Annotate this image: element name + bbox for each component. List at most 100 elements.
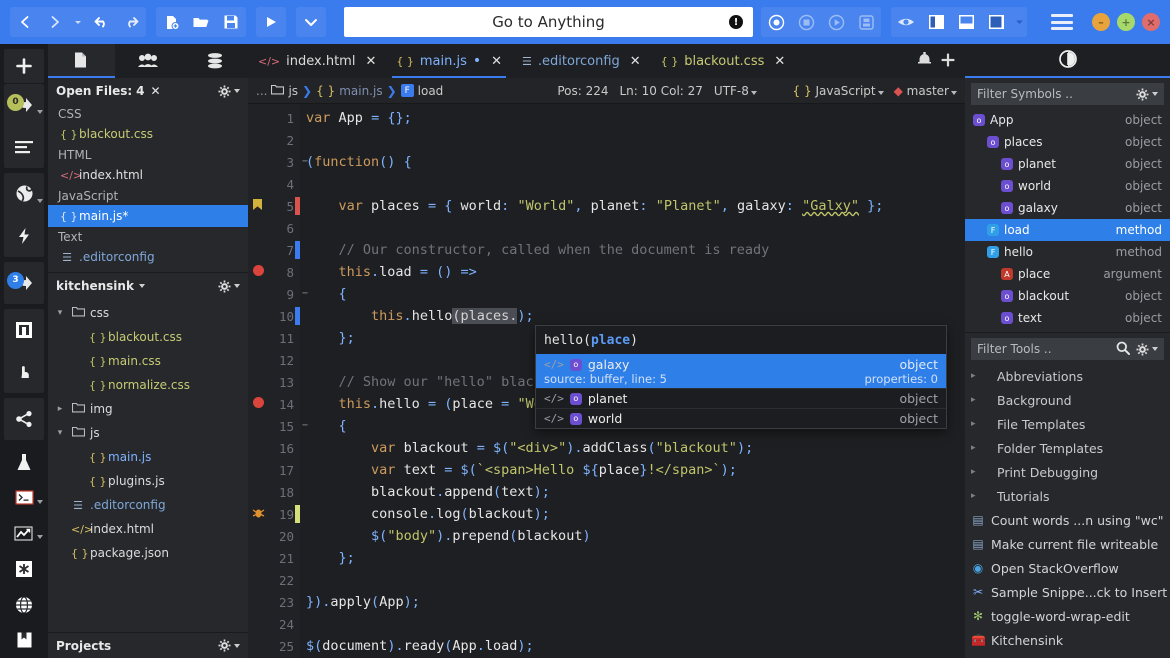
encoding-selector[interactable]: UTF-8 (714, 84, 757, 98)
code-line[interactable]: var text = $(`<span>Hello ${place}!</spa… (300, 459, 965, 481)
gutter-line[interactable]: 23 (248, 591, 300, 613)
places-icon[interactable] (4, 174, 44, 214)
tree-file-main.js[interactable]: { }main.js (48, 445, 248, 469)
code-line[interactable]: }).apply(App); (300, 591, 965, 613)
terminal-dropdown-icon[interactable] (37, 500, 43, 504)
collaboration-tab[interactable] (115, 44, 182, 78)
code-line[interactable]: var blackout = $("<div>").addClass("blac… (300, 437, 965, 459)
window-close-button[interactable]: × (1142, 13, 1160, 31)
code-line[interactable] (300, 569, 965, 591)
autocomplete-item-planet[interactable]: </> o planet object (536, 388, 946, 408)
gutter-line[interactable]: 20 (248, 525, 300, 547)
code-line[interactable]: }; (300, 547, 965, 569)
code-line[interactable] (300, 217, 965, 239)
files-tab[interactable] (48, 44, 115, 78)
gutter-line[interactable]: 25 (248, 635, 300, 657)
tool-row-sample-snippe-ck-to-insert[interactable]: ✂Sample Snippe...ck to Insert (965, 580, 1170, 604)
close-tab-icon[interactable]: ✕ (774, 54, 785, 69)
breadcrumb-ellipsis[interactable]: ... (256, 84, 267, 98)
gutter-line[interactable]: 7 (248, 239, 300, 261)
tools-settings-icon[interactable] (1136, 343, 1158, 356)
tool-row-abbreviations[interactable]: ▸Abbreviations (965, 364, 1170, 388)
share-icon[interactable] (4, 399, 44, 439)
editor-gutter[interactable]: 1234567891011121314151617181920212223242… (248, 104, 300, 658)
view-dropdown-icon[interactable] (1011, 7, 1027, 37)
chevron-down-icon[interactable] (296, 7, 326, 37)
code-line[interactable]: this.load = () => (300, 261, 965, 283)
gutter-line[interactable]: 13 (248, 371, 300, 393)
code-line[interactable] (300, 613, 965, 635)
outline-icon[interactable] (4, 127, 44, 167)
tree-file-.editorconfig[interactable]: ☰.editorconfig (48, 493, 248, 517)
testing-icon[interactable] (4, 446, 44, 480)
tool-row-open-stackoverflow[interactable]: ◉Open StackOverflow (965, 556, 1170, 580)
terminal-icon[interactable] (4, 481, 44, 515)
tool-row-folder-templates[interactable]: ▸Folder Templates (965, 436, 1170, 460)
twisty-icon[interactable]: ▸ (971, 443, 981, 453)
open-folder-icon[interactable] (186, 7, 216, 37)
stop-icon[interactable] (791, 7, 821, 37)
go-to-anything-input[interactable]: Go to Anything ! (344, 7, 753, 37)
symbol-row-place[interactable]: Aplaceargument (965, 263, 1170, 285)
symbol-row-App[interactable]: oAppobject (965, 109, 1170, 131)
touch-icon[interactable] (4, 352, 44, 392)
symbol-row-galaxy[interactable]: ogalaxyobject (965, 197, 1170, 219)
tree-folder-js[interactable]: ▾js (48, 421, 248, 445)
close-all-files-icon[interactable]: ✕ (151, 84, 161, 98)
gutter-line[interactable]: 18 (248, 481, 300, 503)
forward-icon[interactable] (40, 7, 70, 37)
code-line[interactable]: blackout.append(text); (300, 481, 965, 503)
code-line[interactable]: $(document).ready(App.load); (300, 635, 965, 657)
gutter-line[interactable]: 11 (248, 327, 300, 349)
code-line[interactable]: // Our constructor, called when the docu… (300, 239, 965, 261)
code-line[interactable]: −(function() { (300, 151, 965, 173)
gutter-line[interactable]: 3 (248, 151, 300, 173)
open-file-item[interactable]: </> index.html (48, 164, 248, 186)
save-state-icon[interactable] (851, 7, 881, 37)
left-pane-icon[interactable] (921, 7, 951, 37)
info-icon[interactable]: ! (729, 15, 743, 29)
play-icon[interactable] (821, 7, 851, 37)
bookmarks-icon[interactable] (4, 623, 44, 657)
breakpoint-icon[interactable] (252, 264, 265, 280)
tree-file-plugins.js[interactable]: { }plugins.js (48, 469, 248, 493)
preview-eye-icon[interactable] (891, 7, 921, 37)
bookmark-icon[interactable] (252, 198, 263, 214)
hamburger-icon[interactable] (1051, 14, 1073, 30)
dom-viewer-icon[interactable] (4, 310, 44, 350)
code-fold-icon[interactable]: − (300, 283, 310, 305)
add-icon[interactable] (4, 49, 44, 83)
code-line[interactable]: var places = { world: "World", planet: "… (300, 195, 965, 217)
code-line[interactable]: this.hello(places.); (300, 305, 965, 327)
debug-marker-icon[interactable] (252, 506, 265, 522)
project-header[interactable]: kitchensink (48, 273, 248, 299)
open-file-item[interactable]: ☰ .editorconfig (48, 246, 248, 268)
code-line[interactable]: console.log(blackout); (300, 503, 965, 525)
editor-tab-main-js[interactable]: { }main.js•✕ (386, 44, 512, 78)
right-pane-icon[interactable] (981, 7, 1011, 37)
gutter-line[interactable]: 1 (248, 107, 300, 129)
bottom-pane-icon[interactable] (951, 7, 981, 37)
symbol-row-blackout[interactable]: oblackoutobject (965, 285, 1170, 307)
autocomplete-item-galaxy[interactable]: </> o galaxy object source: buffer, line… (536, 354, 946, 388)
run-icon[interactable] (256, 7, 286, 37)
gutter-line[interactable]: 12 (248, 349, 300, 371)
open-file-item-main-js[interactable]: { } main.js* (48, 205, 248, 227)
code-line[interactable]: − { (300, 283, 965, 305)
window-minimize-button[interactable]: – (1092, 13, 1110, 31)
gutter-line[interactable]: 9 (248, 283, 300, 305)
gutter-line[interactable]: 16 (248, 437, 300, 459)
gutter-line[interactable]: 17 (248, 459, 300, 481)
gutter-line[interactable]: 4 (248, 173, 300, 195)
close-tab-icon[interactable]: ✕ (365, 54, 376, 69)
autocomplete-item-world[interactable]: </> o world object (536, 408, 946, 428)
twisty-icon[interactable]: ▸ (971, 395, 981, 405)
history-dropdown-icon[interactable] (70, 7, 86, 37)
gutter-line[interactable]: 10 (248, 305, 300, 327)
gutter-line[interactable]: 21 (248, 547, 300, 569)
code-line[interactable]: var App = {}; (300, 107, 965, 129)
undo-icon[interactable] (86, 7, 116, 37)
symbol-row-world[interactable]: oworldobject (965, 175, 1170, 197)
window-maximize-button[interactable]: + (1117, 13, 1135, 31)
tree-file-blackout.css[interactable]: { }blackout.css (48, 325, 248, 349)
